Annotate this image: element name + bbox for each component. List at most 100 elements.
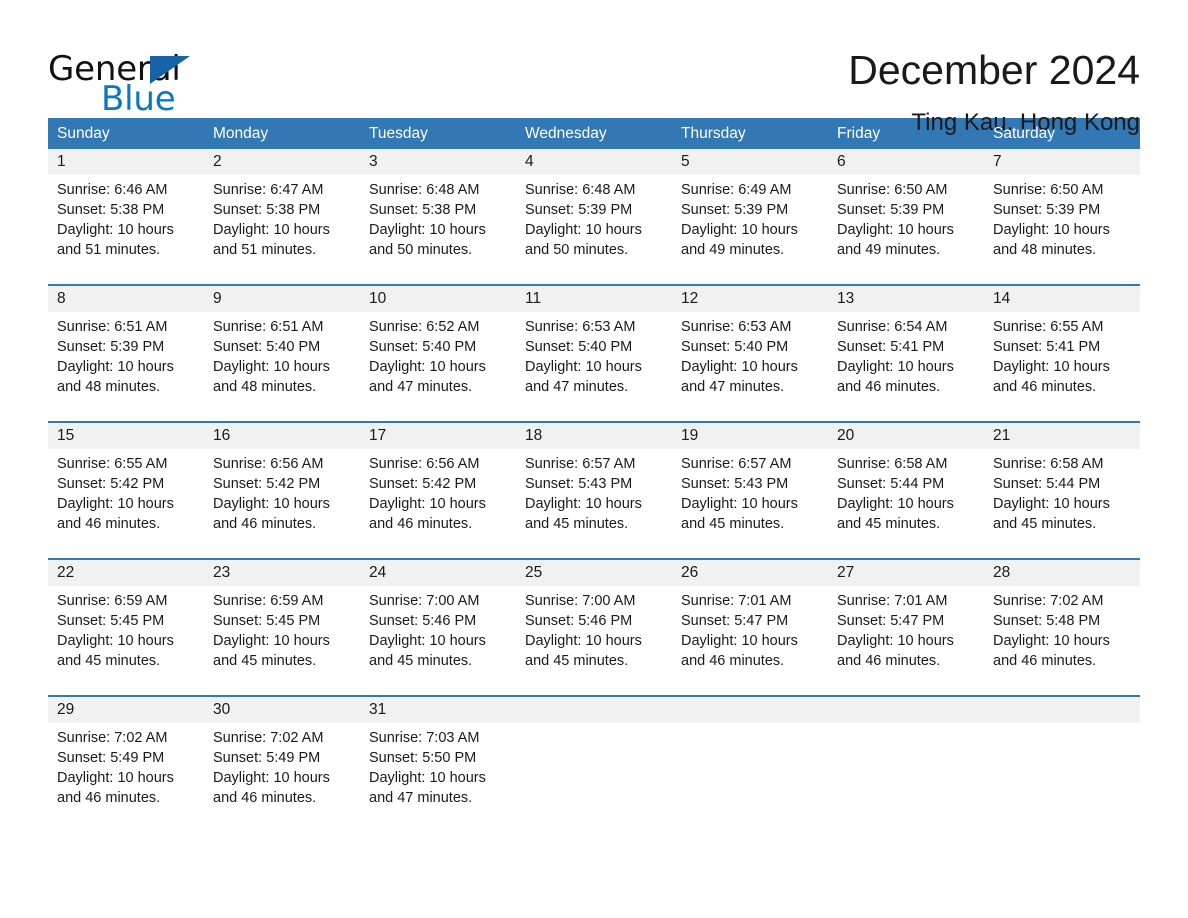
calendar-day-cell[interactable]: 16 Sunrise: 6:56 AM Sunset: 5:42 PM Dayligh… [204, 423, 360, 549]
sunset-text: Sunset: 5:40 PM [213, 339, 321, 355]
daylight-text-line1: Daylight: 10 hours [369, 359, 486, 375]
daylight-text-line2: and 45 minutes. [57, 653, 161, 669]
sunset-text: Sunset: 5:41 PM [837, 339, 945, 355]
calendar-week-row: 22 Sunrise: 6:59 AM Sunset: 5:45 PM Dayligh… [48, 558, 1140, 686]
calendar-day-cell[interactable]: 31 Sunrise: 7:03 AM Sunset: 5:50 PM Dayligh… [360, 697, 516, 823]
generalblue-logo[interactable]: General Blue [48, 44, 198, 118]
sunset-text: Sunset: 5:39 PM [837, 202, 945, 218]
calendar-day-cell[interactable]: 20 Sunrise: 6:58 AM Sunset: 5:44 PM Dayligh… [828, 423, 984, 549]
calendar-day-cell[interactable]: 26 Sunrise: 7:01 AM Sunset: 5:47 PM Dayligh… [672, 560, 828, 686]
daylight-text-line1: Daylight: 10 hours [525, 222, 642, 238]
daylight-text-line1: Daylight: 10 hours [681, 496, 798, 512]
calendar-day-cell[interactable]: 28 Sunrise: 7:02 AM Sunset: 5:48 PM Dayligh… [984, 560, 1140, 686]
day-number-band: 3 [360, 149, 516, 175]
page-header: General Blue December 2024 Ting Kau, Hon… [48, 0, 1140, 136]
calendar-day-cell[interactable]: 27 Sunrise: 7:01 AM Sunset: 5:47 PM Dayligh… [828, 560, 984, 686]
calendar-day-cell[interactable]: 11 Sunrise: 6:53 AM Sunset: 5:40 PM Dayligh… [516, 286, 672, 412]
daylight-text-line1: Daylight: 10 hours [993, 222, 1110, 238]
calendar-day-cell[interactable]: 18 Sunrise: 6:57 AM Sunset: 5:43 PM Dayligh… [516, 423, 672, 549]
day-details: Sunrise: 7:00 AM Sunset: 5:46 PM Daylight:… [360, 586, 516, 686]
daylight-text-line2: and 46 minutes. [213, 516, 317, 532]
calendar-day-cell[interactable]: 10 Sunrise: 6:52 AM Sunset: 5:40 PM Dayligh… [360, 286, 516, 412]
daylight-text-line2: and 47 minutes. [681, 379, 785, 395]
sunrise-text: Sunrise: 6:56 AM [213, 456, 324, 472]
calendar-day-cell[interactable]: 25 Sunrise: 7:00 AM Sunset: 5:46 PM Dayligh… [516, 560, 672, 686]
day-details: Sunrise: 6:50 AM Sunset: 5:39 PM Daylight:… [984, 175, 1140, 275]
calendar-day-cell[interactable]: 29 Sunrise: 7:02 AM Sunset: 5:49 PM Dayligh… [48, 697, 204, 823]
daylight-text-line1: Daylight: 10 hours [57, 496, 174, 512]
sunset-text: Sunset: 5:39 PM [57, 339, 165, 355]
daylight-text-line1: Daylight: 10 hours [525, 633, 642, 649]
day-number-band: 4 [516, 149, 672, 175]
calendar-day-cell[interactable]: 14 Sunrise: 6:55 AM Sunset: 5:41 PM Dayligh… [984, 286, 1140, 412]
day-number: 31 [369, 701, 387, 718]
calendar-day-cell[interactable]: 23 Sunrise: 6:59 AM Sunset: 5:45 PM Dayligh… [204, 560, 360, 686]
daylight-text-line2: and 47 minutes. [369, 790, 473, 806]
calendar-day-cell[interactable]: 12 Sunrise: 6:53 AM Sunset: 5:40 PM Dayligh… [672, 286, 828, 412]
sunrise-text: Sunrise: 7:03 AM [369, 730, 480, 746]
daylight-text-line1: Daylight: 10 hours [837, 633, 954, 649]
day-number: 23 [213, 564, 231, 581]
calendar-day-cell[interactable]: 30 Sunrise: 7:02 AM Sunset: 5:49 PM Dayligh… [204, 697, 360, 823]
sunrise-text: Sunrise: 6:53 AM [525, 319, 636, 335]
sunset-text: Sunset: 5:40 PM [525, 339, 633, 355]
sunrise-text: Sunrise: 6:48 AM [525, 182, 636, 198]
daylight-text-line1: Daylight: 10 hours [57, 770, 174, 786]
calendar-day-cell[interactable]: 4 Sunrise: 6:48 AM Sunset: 5:39 PM Daylight… [516, 149, 672, 275]
calendar-day-cell[interactable]: 15 Sunrise: 6:55 AM Sunset: 5:42 PM Dayligh… [48, 423, 204, 549]
day-details: Sunrise: 6:57 AM Sunset: 5:43 PM Daylight:… [516, 449, 672, 549]
daylight-text-line2: and 45 minutes. [837, 516, 941, 532]
calendar-day-cell[interactable]: 22 Sunrise: 6:59 AM Sunset: 5:45 PM Dayligh… [48, 560, 204, 686]
sunrise-text: Sunrise: 6:56 AM [369, 456, 480, 472]
day-number-band: 12 [672, 286, 828, 312]
daylight-text-line1: Daylight: 10 hours [213, 633, 330, 649]
calendar-day-cell[interactable]: 19 Sunrise: 6:57 AM Sunset: 5:43 PM Dayligh… [672, 423, 828, 549]
calendar-day-cell[interactable]: 5 Sunrise: 6:49 AM Sunset: 5:39 PM Daylight… [672, 149, 828, 275]
day-number-band: 20 [828, 423, 984, 449]
day-number: 27 [837, 564, 855, 581]
sunrise-text: Sunrise: 7:01 AM [837, 593, 948, 609]
day-number: 6 [837, 153, 846, 170]
day-details [672, 723, 828, 823]
day-number-band: 31 [360, 697, 516, 723]
sunset-text: Sunset: 5:41 PM [993, 339, 1101, 355]
sunrise-text: Sunrise: 6:57 AM [525, 456, 636, 472]
daylight-text-line2: and 45 minutes. [369, 653, 473, 669]
calendar-week-row: 1 Sunrise: 6:46 AM Sunset: 5:38 PM Daylight… [48, 149, 1140, 275]
calendar-day-cell[interactable]: 21 Sunrise: 6:58 AM Sunset: 5:44 PM Dayligh… [984, 423, 1140, 549]
calendar-day-cell[interactable]: 2 Sunrise: 6:47 AM Sunset: 5:38 PM Daylight… [204, 149, 360, 275]
day-number-band [516, 697, 672, 723]
daylight-text-line2: and 45 minutes. [525, 653, 629, 669]
calendar-day-cell[interactable]: 13 Sunrise: 6:54 AM Sunset: 5:41 PM Dayligh… [828, 286, 984, 412]
day-details: Sunrise: 7:01 AM Sunset: 5:47 PM Daylight:… [672, 586, 828, 686]
daylight-text-line2: and 48 minutes. [993, 242, 1097, 258]
day-number-band: 2 [204, 149, 360, 175]
calendar-day-cell[interactable]: 8 Sunrise: 6:51 AM Sunset: 5:39 PM Daylight… [48, 286, 204, 412]
sunrise-text: Sunrise: 6:51 AM [57, 319, 168, 335]
day-details: Sunrise: 6:49 AM Sunset: 5:39 PM Daylight:… [672, 175, 828, 275]
day-details [984, 723, 1140, 823]
day-details: Sunrise: 7:02 AM Sunset: 5:48 PM Daylight:… [984, 586, 1140, 686]
calendar-day-cell[interactable]: 7 Sunrise: 6:50 AM Sunset: 5:39 PM Daylight… [984, 149, 1140, 275]
daylight-text-line2: and 46 minutes. [837, 653, 941, 669]
daylight-text-line2: and 45 minutes. [525, 516, 629, 532]
daylight-text-line2: and 45 minutes. [993, 516, 1097, 532]
calendar-day-cell[interactable]: 3 Sunrise: 6:48 AM Sunset: 5:38 PM Daylight… [360, 149, 516, 275]
sunrise-text: Sunrise: 6:58 AM [837, 456, 948, 472]
calendar-day-cell[interactable]: 24 Sunrise: 7:00 AM Sunset: 5:46 PM Dayligh… [360, 560, 516, 686]
day-details: Sunrise: 7:02 AM Sunset: 5:49 PM Daylight:… [204, 723, 360, 823]
day-details: Sunrise: 6:59 AM Sunset: 5:45 PM Daylight:… [48, 586, 204, 686]
calendar-day-cell-empty [672, 697, 828, 823]
calendar-day-cell[interactable]: 9 Sunrise: 6:51 AM Sunset: 5:40 PM Daylight… [204, 286, 360, 412]
daylight-text-line2: and 46 minutes. [993, 653, 1097, 669]
calendar-day-cell[interactable]: 1 Sunrise: 6:46 AM Sunset: 5:38 PM Daylight… [48, 149, 204, 275]
day-number-band [984, 697, 1140, 723]
sunrise-text: Sunrise: 6:51 AM [213, 319, 324, 335]
calendar-day-cell[interactable]: 17 Sunrise: 6:56 AM Sunset: 5:42 PM Dayligh… [360, 423, 516, 549]
day-number: 24 [369, 564, 387, 581]
daylight-text-line2: and 46 minutes. [837, 379, 941, 395]
sunset-text: Sunset: 5:46 PM [369, 613, 477, 629]
sunset-text: Sunset: 5:43 PM [525, 476, 633, 492]
calendar-day-cell[interactable]: 6 Sunrise: 6:50 AM Sunset: 5:39 PM Daylight… [828, 149, 984, 275]
day-details: Sunrise: 6:47 AM Sunset: 5:38 PM Daylight:… [204, 175, 360, 275]
